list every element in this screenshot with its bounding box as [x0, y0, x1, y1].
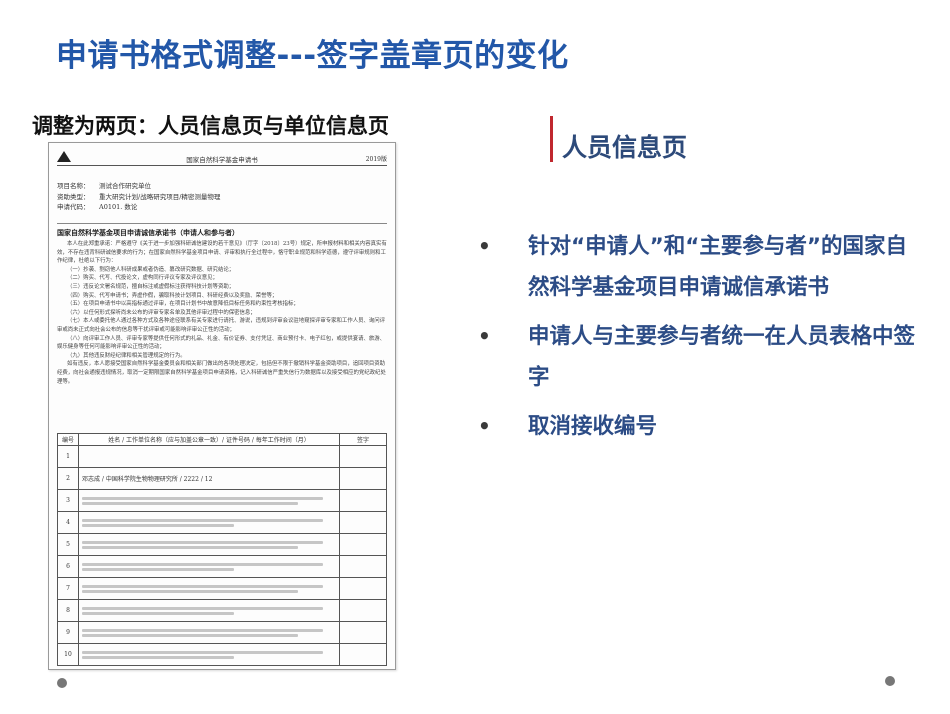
- section-title: 人员信息页: [562, 133, 688, 162]
- bullet-dot-icon: •: [478, 234, 491, 258]
- table-row: 10: [57, 643, 387, 666]
- table-row: 6: [57, 555, 387, 578]
- doc-header-title: 国家自然科学基金申请书: [186, 156, 258, 164]
- application-form-scan: 国家自然科学基金申请书 2019版 项目名称： 测试合作研究单位 资助类型： 重大研…: [48, 142, 396, 670]
- decor-dot-icon: [885, 676, 895, 686]
- table-row: 4: [57, 511, 387, 534]
- bullet-item: • 取消接收编号: [478, 406, 918, 447]
- doc-info-block: 项目名称： 测试合作研究单位 资助类型： 重大研究计划/战略研究项目/精密测量物理 …: [57, 181, 220, 213]
- table-row: 7: [57, 577, 387, 600]
- bullet-dot-icon: •: [478, 414, 491, 438]
- table-row: 1: [57, 445, 387, 468]
- table-row: 9: [57, 621, 387, 644]
- table-row: 2 邓志成 / 中国科学院生物物理研究所 / 2222 / 12: [57, 467, 387, 490]
- table-header-row: 编号 姓名 / 工作单位名称（应与加盖公章一致）/ 证件号码 / 每年工作时间（…: [57, 433, 387, 446]
- doc-info-row: 资助类型： 重大研究计划/战略研究项目/精密测量物理: [57, 192, 221, 201]
- doc-version: 2019版: [365, 156, 387, 163]
- slide-title: 申请书格式调整---签字盖章页的变化: [56, 38, 569, 74]
- bullet-item: • 针对“申请人”和“主要参与者”的国家自然科学基金项目申请诚信承诺书: [478, 226, 918, 308]
- bullet-dot-icon: •: [478, 324, 491, 348]
- bullet-item: • 申请人与主要参与者统一在人员表格中签字: [478, 316, 918, 398]
- doc-divider: [57, 223, 387, 224]
- doc-header: 国家自然科学基金申请书 2019版: [57, 149, 387, 166]
- decor-dot-icon: [57, 678, 67, 688]
- signature-table: 编号 姓名 / 工作单位名称（应与加盖公章一致）/ 证件号码 / 每年工作时间（…: [57, 433, 387, 666]
- slide-subtitle: 调整为两页：人员信息页与单位信息页: [32, 114, 389, 138]
- doc-info-row: 申请代码： A0101. 数论: [57, 203, 138, 211]
- section-accent-bar: [550, 116, 553, 162]
- doc-pledge-text: 本人在此郑重承诺：严格遵守《关于进一步加强科研诚信建设的若干意见》（厅字〔201…: [57, 241, 387, 385]
- doc-section-heading: 国家自然科学基金项目申请诚信承诺书（申请人和参与者）: [57, 228, 239, 237]
- table-row: 3: [57, 489, 387, 512]
- bullet-list: • 针对“申请人”和“主要参与者”的国家自然科学基金项目申请诚信承诺书 • 申请人与…: [478, 226, 918, 455]
- table-row: 5: [57, 533, 387, 556]
- table-row: 8: [57, 599, 387, 622]
- doc-info-row: 项目名称： 测试合作研究单位: [57, 182, 151, 190]
